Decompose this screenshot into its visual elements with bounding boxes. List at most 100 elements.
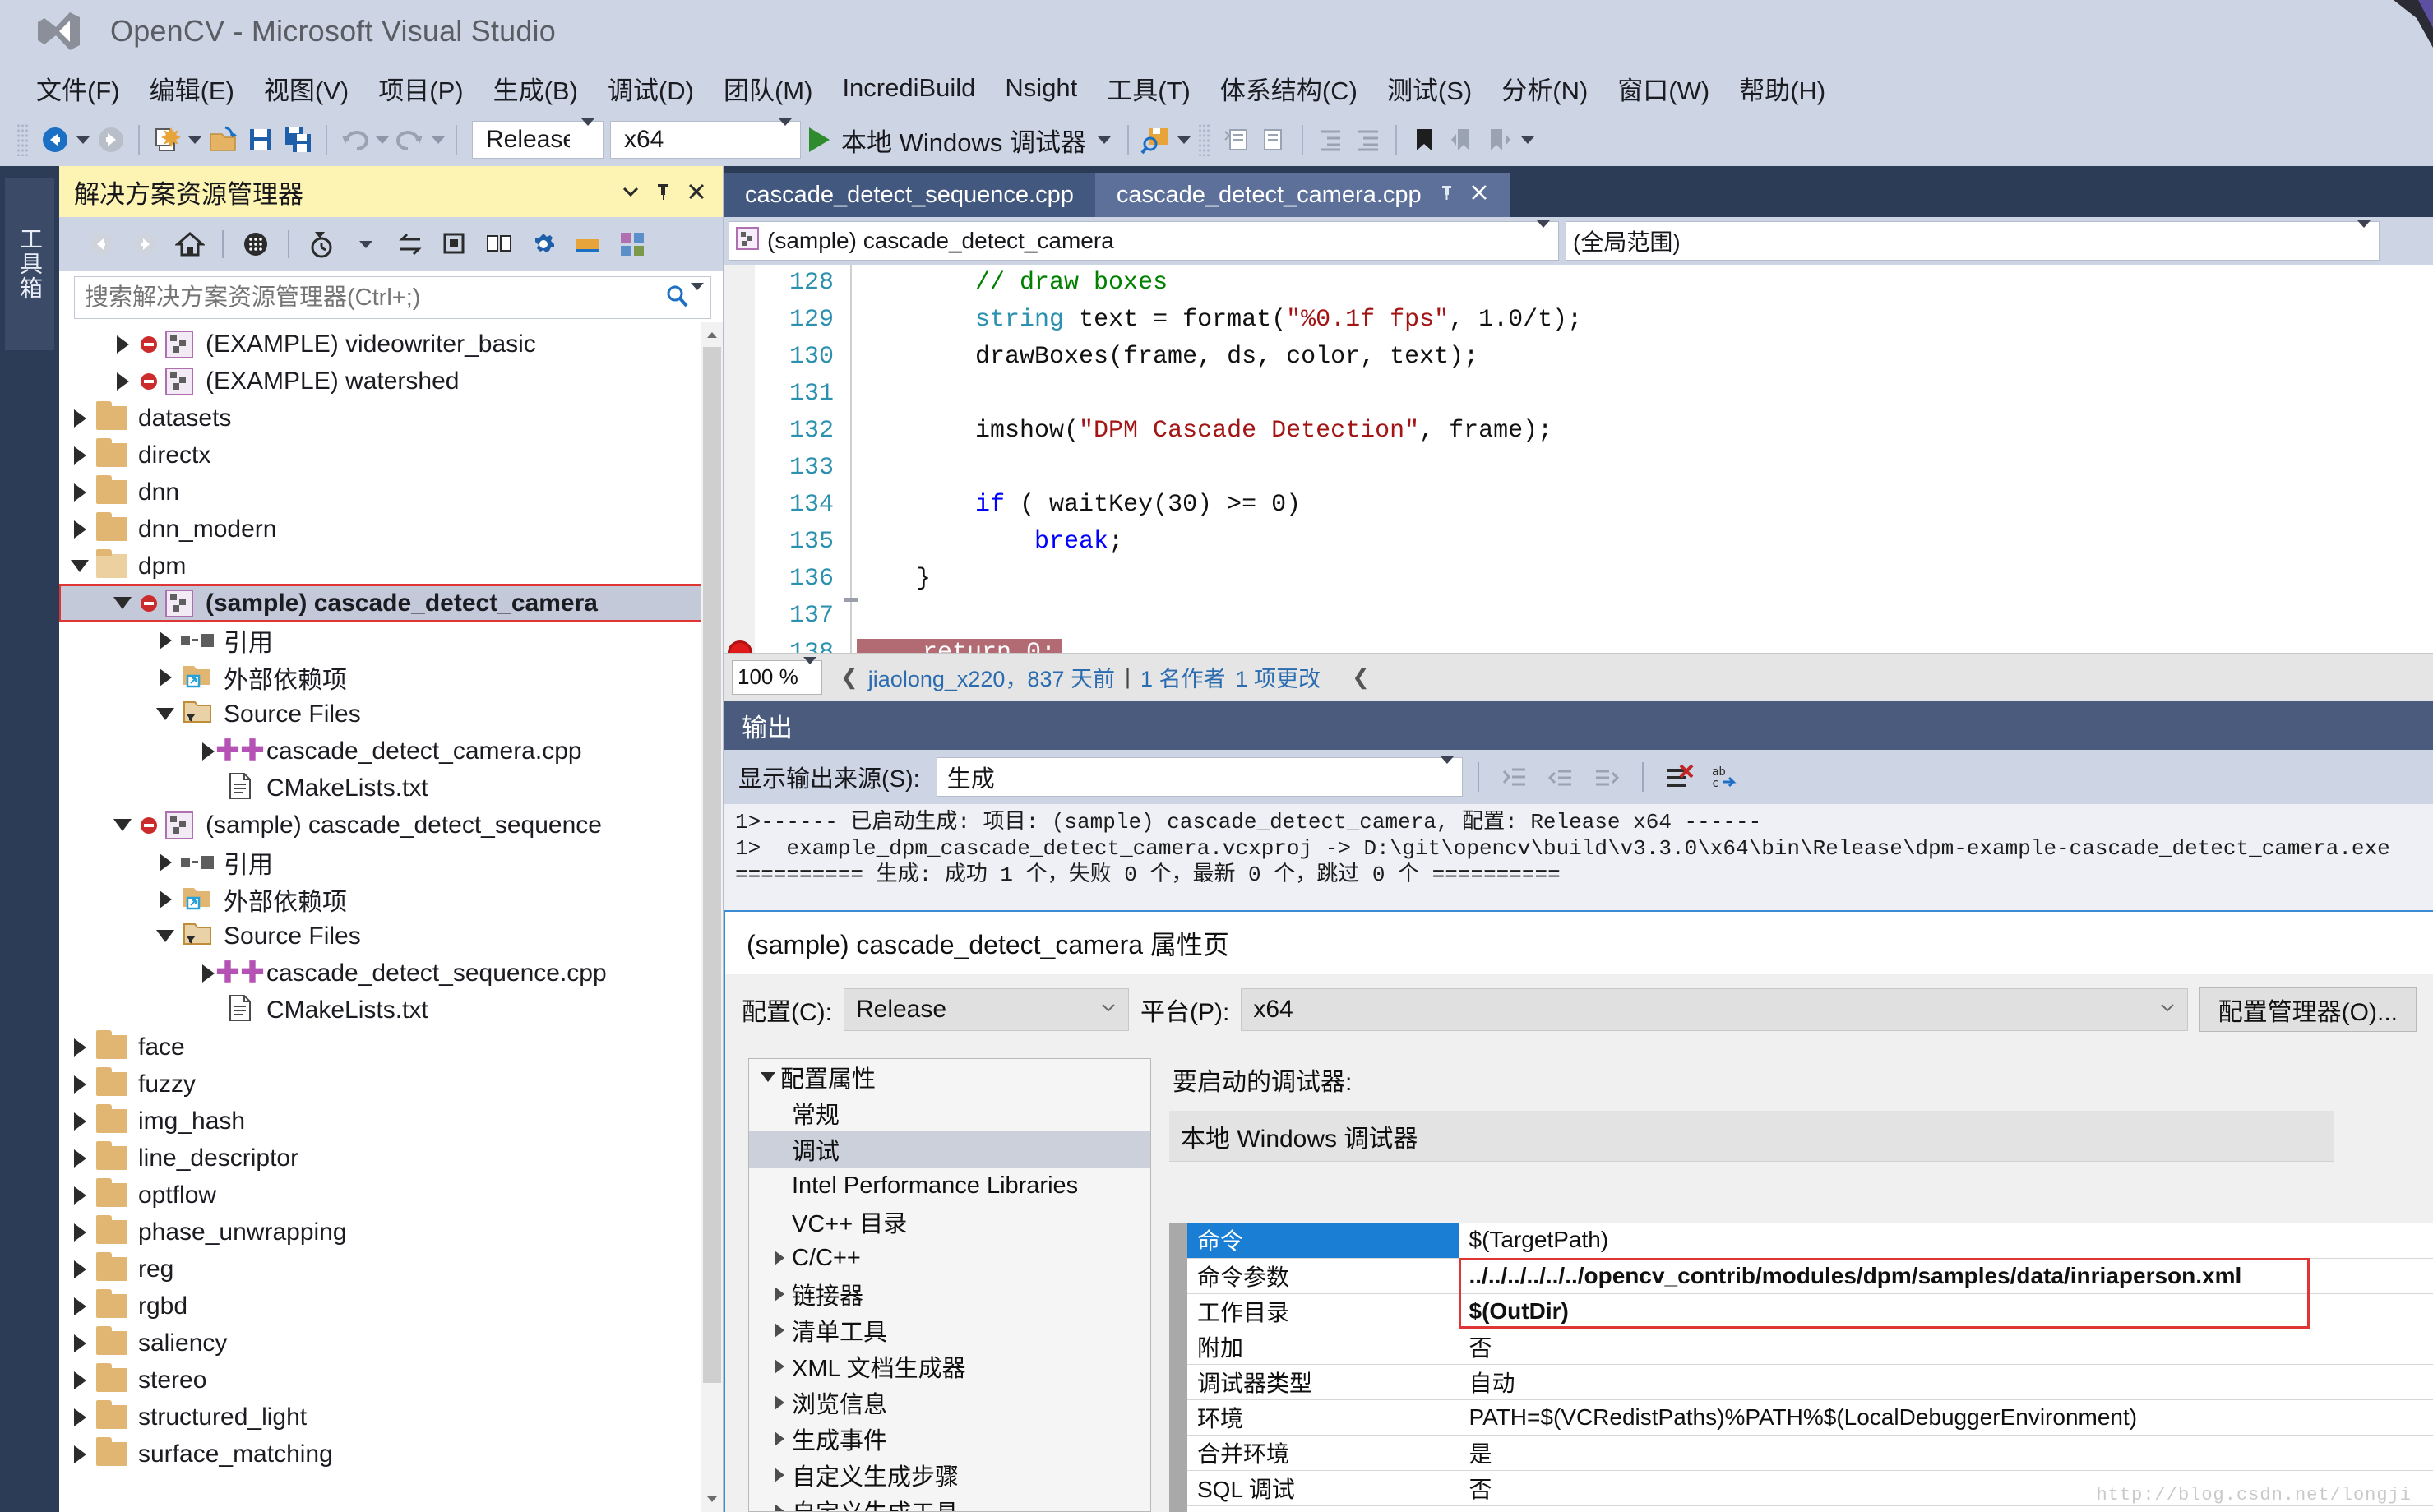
expand-arrow-icon[interactable]	[73, 1112, 86, 1131]
toolbar-grip[interactable]	[16, 123, 28, 156]
outdent-icon[interactable]	[1349, 121, 1387, 159]
debugger-to-launch-value[interactable]: 本地 Windows 调试器	[1169, 1111, 2334, 1162]
codelens-expand-icon[interactable]: ❮	[840, 664, 858, 690]
property-row-6[interactable]: 合并环境是	[1187, 1435, 2433, 1471]
collapse-arrow-icon[interactable]	[156, 708, 174, 720]
tree-node-19[interactable]: face	[59, 1029, 723, 1066]
menu-item-10[interactable]: 体系结构(C)	[1205, 67, 1372, 110]
pending-changes-icon[interactable]	[301, 224, 342, 265]
undo-icon[interactable]	[335, 121, 373, 159]
property-value[interactable]: $(OutDir)	[1459, 1293, 2433, 1329]
expand-arrow-icon[interactable]	[775, 1468, 784, 1482]
expand-arrow-icon[interactable]	[73, 483, 86, 502]
home-icon[interactable]	[169, 224, 210, 265]
menu-item-9[interactable]: 工具(T)	[1092, 67, 1205, 110]
property-category-1[interactable]: 常规	[749, 1095, 1150, 1131]
property-category-2[interactable]: 调试	[749, 1131, 1150, 1168]
code-line[interactable]: break;	[857, 524, 2433, 561]
expand-arrow-icon[interactable]	[159, 890, 172, 909]
property-category-12[interactable]: 自定义生成工具	[749, 1493, 1150, 1511]
tree-node-22[interactable]: line_descriptor	[59, 1140, 723, 1177]
search-icon[interactable]	[663, 282, 691, 314]
property-value[interactable]: ../../../../../../opencv_contrib/modules…	[1459, 1258, 2433, 1294]
comment-icon[interactable]	[1218, 121, 1256, 159]
previous-message-icon[interactable]	[1540, 758, 1581, 796]
expand-arrow-icon[interactable]	[73, 1260, 86, 1278]
property-grid[interactable]: 命令 $(TargetPath) 命令参数 ../../../../../../ope…	[1169, 1223, 2433, 1512]
chevron-down-icon[interactable]	[345, 224, 386, 265]
tree-node-17[interactable]: ✚✚ cascade_detect_sequence.cpp	[59, 955, 723, 992]
bookmark-icon[interactable]	[1405, 121, 1443, 159]
expand-arrow-icon[interactable]	[73, 1223, 86, 1242]
expand-arrow-icon[interactable]	[775, 1431, 784, 1446]
code-outline-bar[interactable]	[844, 265, 858, 653]
menu-item-6[interactable]: 团队(M)	[709, 67, 827, 110]
tree-node-30[interactable]: surface_matching	[59, 1436, 723, 1473]
tree-node-20[interactable]: fuzzy	[59, 1066, 723, 1103]
tree-node-5[interactable]: dnn_modern	[59, 511, 723, 548]
tree-node-23[interactable]: optflow	[59, 1177, 723, 1214]
menu-item-13[interactable]: 窗口(W)	[1603, 67, 1724, 110]
tree-node-16[interactable]: Source Files	[59, 918, 723, 955]
breakpoint-gutter[interactable]	[724, 265, 755, 653]
solution-explorer-search[interactable]	[74, 276, 711, 319]
tree-scroll-thumb[interactable]	[703, 347, 721, 1383]
tree-node-14[interactable]: 引用	[59, 844, 723, 881]
expand-arrow-icon[interactable]	[116, 335, 129, 354]
navigate-forward-icon[interactable]	[92, 121, 130, 159]
property-category-9[interactable]: 浏览信息	[749, 1385, 1150, 1421]
tree-node-11[interactable]: ✚✚ cascade_detect_camera.cpp	[59, 733, 723, 770]
expand-arrow-icon[interactable]	[73, 1038, 86, 1057]
find-icon[interactable]	[1137, 121, 1175, 159]
collapse-all-icon[interactable]	[434, 224, 475, 265]
properties-icon[interactable]	[523, 224, 564, 265]
expand-arrow-icon[interactable]	[775, 1251, 784, 1265]
next-bookmark-icon[interactable]	[1481, 121, 1519, 159]
scroll-down-icon[interactable]	[704, 1491, 720, 1507]
menu-item-7[interactable]: IncrediBuild	[827, 70, 990, 106]
preview-selected-items-icon[interactable]	[567, 224, 608, 265]
find-dropdown[interactable]	[1175, 121, 1193, 159]
search-input[interactable]	[85, 284, 663, 312]
tree-node-18[interactable]: CMakeLists.txt	[59, 992, 723, 1029]
go-to-message-icon[interactable]	[1494, 758, 1535, 796]
navigate-back-icon[interactable]	[36, 121, 74, 159]
close-icon[interactable]	[680, 175, 713, 208]
codelens-annotation[interactable]: ❮ jiaolong_x220，837 天前 | 1 名作者 1 项更改 ❮	[840, 661, 1370, 693]
code-line[interactable]	[857, 376, 2433, 413]
tree-node-8[interactable]: 引用	[59, 622, 723, 659]
expand-arrow-icon[interactable]	[159, 668, 172, 687]
expand-arrow-icon[interactable]	[73, 1408, 86, 1426]
output-source-combo[interactable]: 生成	[936, 756, 1463, 797]
breakpoint-icon[interactable]	[728, 640, 752, 653]
pin-icon[interactable]	[1438, 182, 1458, 209]
property-category-10[interactable]: 生成事件	[749, 1421, 1150, 1457]
property-category-3[interactable]: Intel Performance Libraries	[749, 1168, 1150, 1204]
property-value[interactable]: $(TargetPath)	[1459, 1223, 2433, 1259]
expand-arrow-icon[interactable]	[73, 1297, 86, 1315]
menu-item-12[interactable]: 分析(N)	[1487, 67, 1603, 110]
expand-arrow-icon[interactable]	[73, 409, 86, 428]
expand-arrow-icon[interactable]	[73, 1445, 86, 1463]
pin-icon[interactable]	[647, 175, 680, 208]
expand-arrow-icon[interactable]	[73, 1371, 86, 1389]
property-grid-table[interactable]: 命令 $(TargetPath) 命令参数 ../../../../../../ope…	[1187, 1223, 2433, 1512]
code-line[interactable]	[857, 598, 2433, 635]
expand-arrow-icon[interactable]	[775, 1323, 784, 1338]
code-line[interactable]: return 0;	[857, 635, 2433, 653]
property-category-tree[interactable]: 配置属性 常规 调试 Intel Performance Libraries VC++ …	[748, 1058, 1151, 1512]
next-message-icon[interactable]	[1586, 758, 1627, 796]
zoom-level-combo[interactable]: 100 %	[732, 657, 822, 695]
tree-node-12[interactable]: CMakeLists.txt	[59, 770, 723, 807]
property-value[interactable]: 是	[1459, 1435, 2433, 1471]
toolbar-grip[interactable]	[1197, 123, 1210, 156]
menu-item-14[interactable]: 帮助(H)	[1724, 67, 1840, 110]
tree-node-25[interactable]: reg	[59, 1251, 723, 1288]
editor-tab-cascade-detect-camera[interactable]: cascade_detect_camera.cpp	[1094, 173, 1510, 217]
show-all-files-icon[interactable]	[479, 224, 520, 265]
menu-item-11[interactable]: 测试(S)	[1372, 67, 1487, 110]
menu-item-8[interactable]: Nsight	[990, 70, 1092, 106]
menu-item-4[interactable]: 生成(B)	[479, 67, 593, 110]
property-row-1[interactable]: 命令参数 ../../../../../../opencv_contrib/mod…	[1187, 1258, 2433, 1294]
property-category-5[interactable]: C/C++	[749, 1240, 1150, 1276]
